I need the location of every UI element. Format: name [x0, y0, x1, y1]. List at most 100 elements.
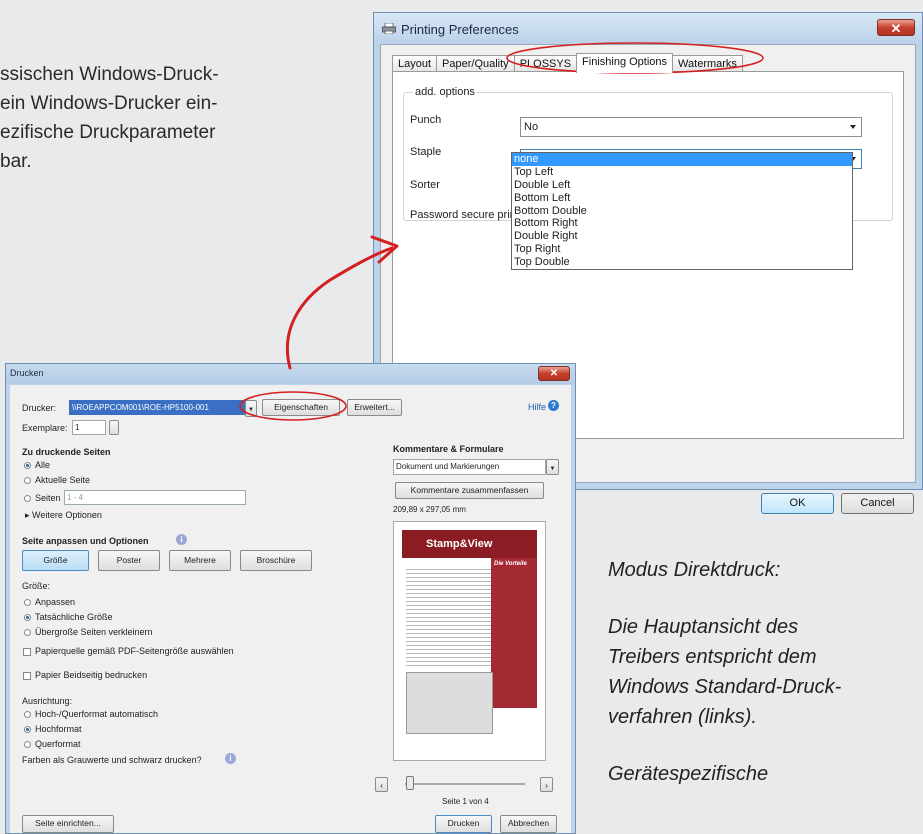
more-options-label: Weitere Optionen — [32, 510, 102, 520]
orientation-heading: Ausrichtung: — [22, 696, 73, 706]
chevron-right-icon: › — [545, 780, 548, 790]
staple-option-double-right[interactable]: Double Right — [512, 230, 852, 243]
advanced-button[interactable]: Erweitert... — [347, 399, 402, 416]
side-note-line: Gerätespezifische — [608, 763, 769, 785]
booklet-button[interactable]: Broschüre — [240, 550, 312, 571]
page-slider[interactable] — [405, 783, 525, 785]
staple-option-top-double[interactable]: Top Double — [512, 256, 852, 269]
page-slider-handle[interactable] — [406, 776, 414, 790]
side-note-paragraph: Die Hauptansicht des Treibers entspricht… — [608, 612, 918, 732]
printer-value: \\ROEAPPCOM001\ROE-HP5100-001 — [72, 403, 209, 412]
tab-finishing-options[interactable]: Finishing Options — [576, 53, 674, 73]
preview-sidebar: Die Vorteile — [491, 558, 537, 708]
orient-auto-label: Hoch-/Querformat automatisch — [35, 709, 159, 719]
copies-input[interactable]: 1 — [72, 420, 106, 435]
next-page-button[interactable]: › — [540, 777, 553, 792]
help-icon[interactable]: ? — [548, 400, 559, 411]
staple-option-top-left[interactable]: Top Left — [512, 166, 852, 179]
size-fit-radio[interactable] — [24, 599, 31, 606]
size-shrink-radio[interactable] — [24, 629, 31, 636]
close-button[interactable]: ✕ — [877, 19, 915, 36]
window-title: Drucken — [10, 368, 44, 378]
paper-source-label: Papierquelle gemäß PDF-Seitengröße auswä… — [35, 646, 234, 656]
drucken-window: Drucken ✕ Drucker: \\ROEAPPCOM001\ROE-HP… — [5, 363, 576, 834]
pages-range-label: Seiten — [35, 493, 61, 503]
page-size-label: 209,89 x 297,05 mm — [393, 505, 466, 514]
poster-button-label: Poster — [116, 555, 142, 565]
preview-title: Stamp&View — [426, 538, 493, 550]
booklet-button-label: Broschüre — [256, 555, 296, 565]
staple-option-bottom-left[interactable]: Bottom Left — [512, 192, 852, 205]
prev-page-button[interactable]: ‹ — [375, 777, 388, 792]
orient-portrait-label: Hochformat — [35, 724, 82, 734]
intro-text: ssischen Windows-Druck- ein Windows-Druc… — [0, 60, 310, 176]
staple-option-bottom-right[interactable]: Bottom Right — [512, 217, 852, 230]
preview-image — [406, 672, 493, 734]
orient-landscape-label: Querformat — [35, 739, 81, 749]
printer-icon — [382, 23, 396, 34]
paper-source-checkbox[interactable] — [23, 648, 31, 656]
side-note-line: Treibers entspricht dem — [608, 646, 817, 668]
info-icon[interactable]: i — [176, 534, 187, 545]
punch-value: No — [524, 121, 539, 133]
title-bar: Printing Preferences ✕ — [374, 13, 922, 43]
pages-current-radio[interactable] — [24, 477, 31, 484]
poster-button[interactable]: Poster — [98, 550, 160, 571]
orient-landscape-radio[interactable] — [24, 741, 31, 748]
pages-range-radio[interactable] — [24, 495, 31, 502]
copies-stepper[interactable] — [109, 420, 119, 435]
pages-all-label: Alle — [35, 460, 51, 470]
printer-dropdown-button[interactable]: ▼ — [245, 400, 257, 417]
printer-select[interactable]: \\ROEAPPCOM001\ROE-HP5100-001 — [69, 400, 245, 415]
side-note-heading: Modus Direktdruck: — [608, 559, 781, 581]
print-button[interactable]: Drucken — [435, 815, 492, 833]
ok-button[interactable]: OK — [761, 493, 834, 514]
close-button[interactable]: ✕ — [538, 366, 570, 381]
preview-text-block — [406, 566, 491, 666]
size-button-label: Größe — [43, 555, 68, 565]
help-link[interactable]: Hilfe — [528, 402, 546, 412]
pages-all-radio[interactable] — [24, 462, 31, 469]
password-label: Password secure print — [410, 209, 519, 221]
staple-option-none[interactable]: none — [512, 153, 852, 166]
printer-label: Drucker: — [22, 403, 57, 413]
punch-select[interactable]: No — [520, 117, 862, 137]
properties-button[interactable]: Eigenschaften — [262, 399, 340, 416]
cancel-button[interactable]: Cancel — [841, 493, 914, 514]
info-icon[interactable]: i — [225, 753, 236, 764]
staple-dropdown-list: none Top Left Double Left Bottom Left Bo… — [511, 152, 853, 270]
fit-heading: Seite anpassen und Optionen — [22, 536, 149, 546]
pages-range-value: 1 - 4 — [67, 493, 84, 502]
staple-option-top-right[interactable]: Top Right — [512, 243, 852, 256]
staple-option-bottom-double[interactable]: Bottom Double — [512, 205, 852, 218]
comments-value: Dokument und Markierungen — [396, 462, 500, 471]
size-actual-radio[interactable] — [24, 614, 31, 621]
copies-value: 1 — [75, 423, 80, 432]
comments-dropdown-button[interactable]: ▼ — [546, 459, 559, 475]
staple-option-double-left[interactable]: Double Left — [512, 179, 852, 192]
pages-current-label: Aktuelle Seite — [35, 475, 91, 485]
intro-line: ssischen Windows-Druck- — [0, 64, 219, 85]
tab-strip: Layout Paper/Quality PLOSSYS Finishing O… — [392, 53, 743, 73]
comments-select[interactable]: Dokument und Markierungen — [393, 459, 546, 475]
orient-portrait-radio[interactable] — [24, 726, 31, 733]
page-setup-button[interactable]: Seite einrichten... — [22, 815, 114, 833]
duplex-checkbox[interactable] — [23, 672, 31, 680]
size-actual-label: Tatsächliche Größe — [35, 612, 113, 622]
orient-auto-radio[interactable] — [24, 711, 31, 718]
multiple-button-label: Mehrere — [184, 555, 216, 565]
summarize-comments-button[interactable]: Kommentare zusammenfassen — [395, 482, 544, 499]
pages-range-input[interactable]: 1 - 4 — [64, 490, 246, 505]
size-button[interactable]: Größe — [22, 550, 89, 571]
multiple-button[interactable]: Mehrere — [169, 550, 231, 571]
size-heading: Größe: — [22, 581, 51, 591]
duplex-label: Papier Beidseitig bedrucken — [35, 670, 148, 680]
punch-label: Punch — [410, 114, 442, 126]
chevron-down-icon: ▼ — [248, 407, 254, 413]
group-label: add. options — [413, 86, 477, 98]
side-note: Modus Direktdruck: Die Hauptansicht des … — [608, 555, 918, 816]
intro-line: ein Windows-Drucker ein- — [0, 93, 218, 114]
cancel-button[interactable]: Abbrechen — [500, 815, 557, 833]
chevron-down-icon: ▼ — [549, 466, 556, 472]
more-options-toggle[interactable]: ▸ Weitere Optionen — [25, 510, 102, 521]
